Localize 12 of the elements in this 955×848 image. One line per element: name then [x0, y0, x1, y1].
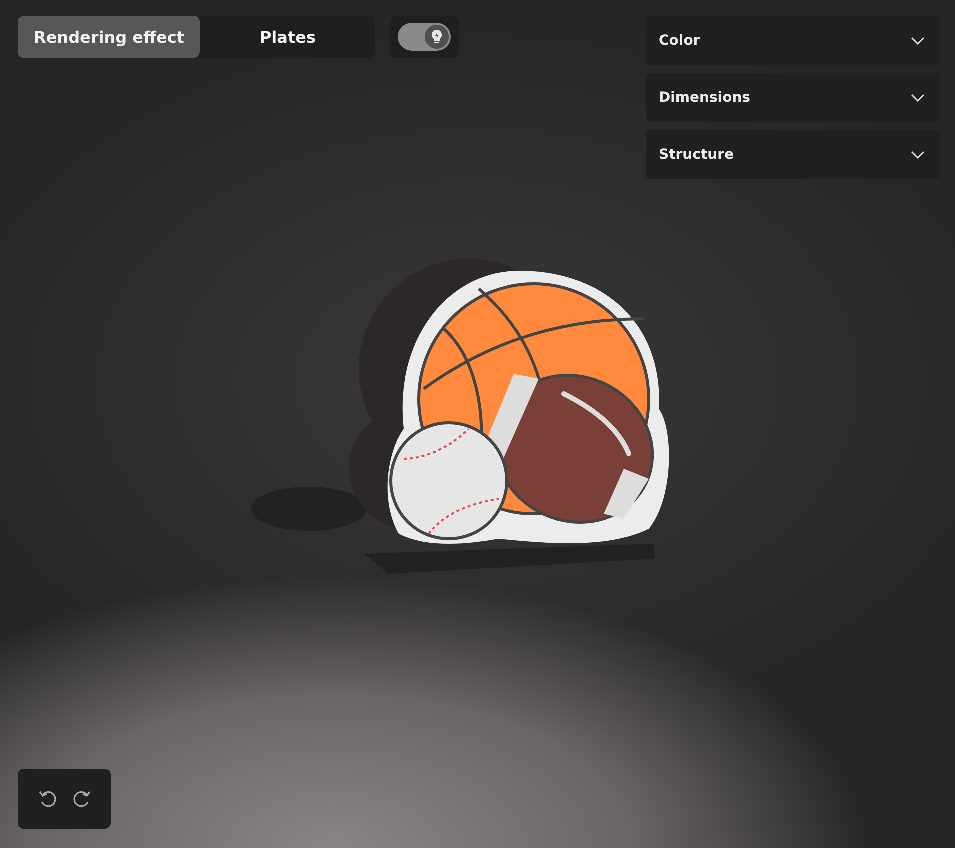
accordion-header[interactable]: Structure [646, 130, 940, 179]
redo-icon[interactable] [72, 789, 92, 809]
chevron-icon [911, 94, 925, 102]
lightbulb-icon [430, 29, 444, 45]
light-toggle[interactable] [398, 23, 452, 51]
view-tab[interactable]: Plates [200, 16, 376, 58]
chevron-icon [911, 150, 925, 158]
view-tab[interactable]: Rendering effect [18, 16, 200, 58]
chevron-icon [911, 36, 925, 44]
undo-icon[interactable] [38, 789, 58, 809]
accordion-header[interactable]: Dimensions [646, 73, 940, 122]
accordion-header[interactable]: Color [646, 16, 940, 65]
